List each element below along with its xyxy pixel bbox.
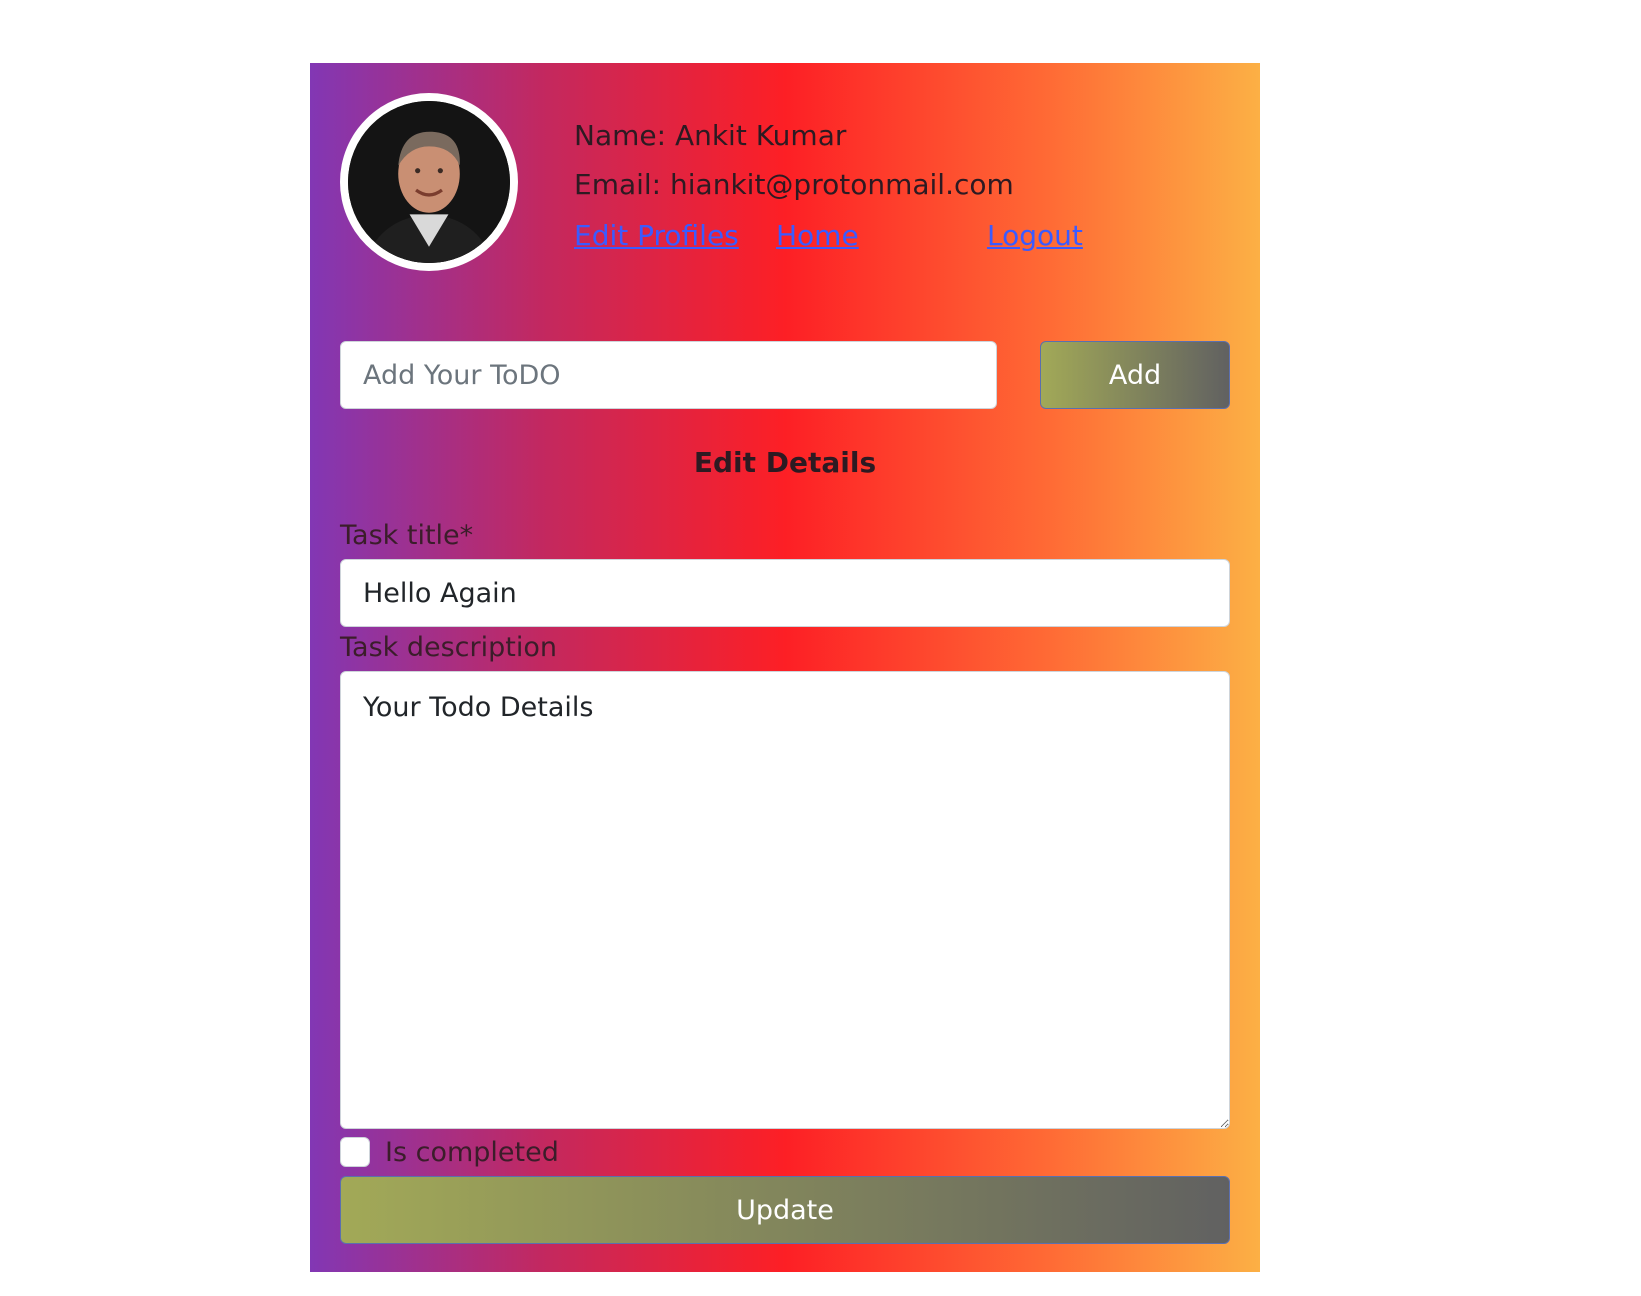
logout-link[interactable]: Logout: [987, 211, 1083, 260]
add-todo-input[interactable]: [340, 341, 997, 409]
profile-name: Name: Ankit Kumar: [574, 119, 847, 152]
avatar: [340, 93, 518, 271]
add-button[interactable]: Add: [1040, 341, 1230, 409]
user-avatar-icon: [348, 101, 510, 263]
task-title-label: Task title*: [340, 520, 474, 551]
task-title-input[interactable]: [340, 559, 1230, 627]
is-completed-label: Is completed: [385, 1136, 559, 1168]
completed-row: Is completed: [340, 1134, 559, 1170]
avatar-photo: [348, 101, 510, 263]
is-completed-checkbox[interactable]: [340, 1137, 370, 1167]
profile-nav: Edit Profiles Home Logout: [574, 211, 1174, 260]
task-description-label: Task description: [340, 632, 557, 663]
home-link[interactable]: Home: [776, 211, 859, 260]
profile-card: Name: Ankit Kumar Email: hiankit@protonm…: [310, 63, 1260, 1272]
edit-profiles-link[interactable]: Edit Profiles: [574, 211, 739, 260]
task-description-textarea[interactable]: Your Todo Details: [340, 671, 1230, 1129]
profile-info: Name: Ankit Kumar Email: hiankit@protonm…: [574, 111, 1014, 209]
profile-email: Email: hiankit@protonmail.com: [574, 168, 1014, 201]
update-button[interactable]: Update: [340, 1176, 1230, 1244]
edit-details-heading: Edit Details: [693, 446, 877, 479]
